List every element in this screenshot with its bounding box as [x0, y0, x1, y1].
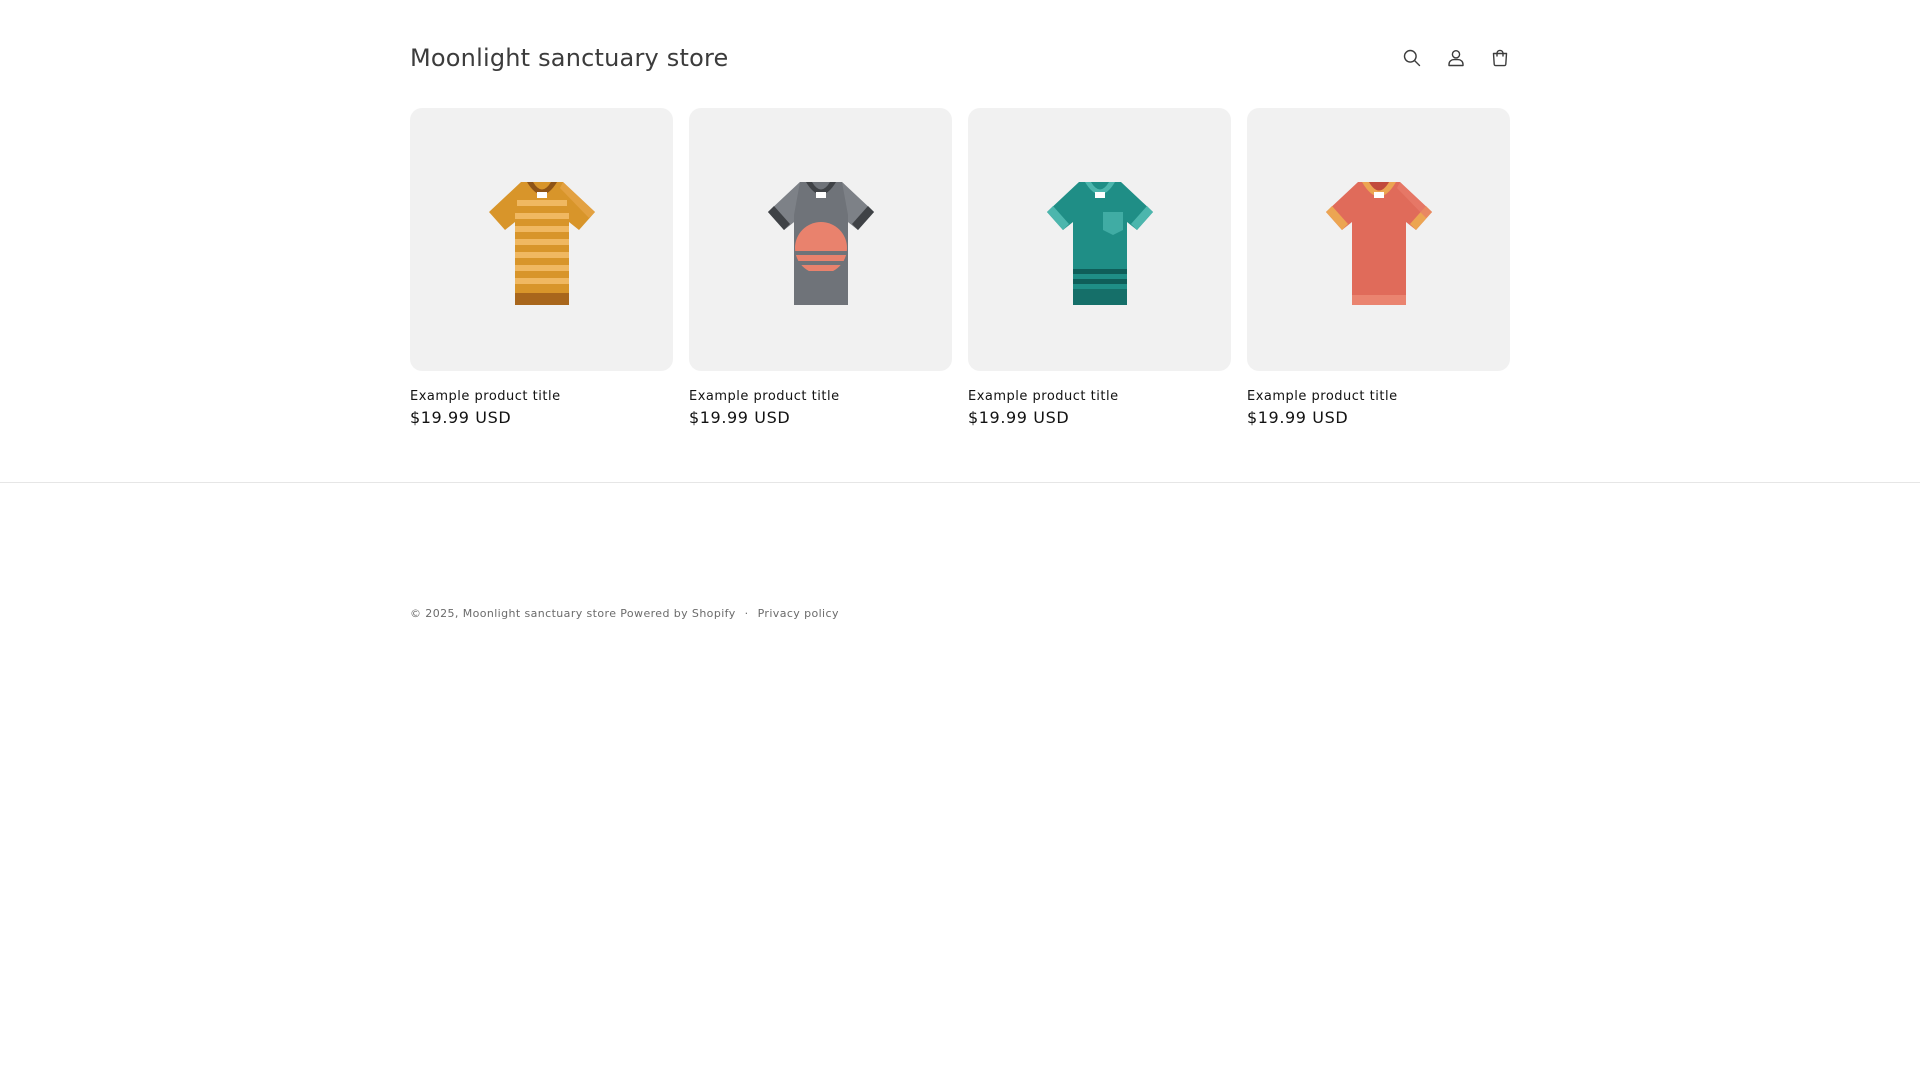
cart-icon: [1492, 49, 1508, 67]
copyright-text: © 2025,: [410, 607, 459, 620]
product-title[interactable]: Example product title: [410, 389, 673, 404]
teal-pocket-tshirt-icon: [1046, 181, 1153, 305]
product-price: $19.99 USD: [968, 408, 1070, 427]
cart-button[interactable]: [1482, 40, 1518, 76]
product-price: $19.99 USD: [689, 408, 791, 427]
orange-striped-tshirt-icon: [488, 181, 595, 305]
product-image[interactable]: [968, 108, 1231, 371]
product-title[interactable]: Example product title: [1247, 389, 1510, 404]
product-image[interactable]: [1247, 108, 1510, 371]
product-image[interactable]: [410, 108, 673, 371]
gray-sunset-tshirt-icon: [767, 181, 874, 305]
site-header: Moonlight sanctuary store: [410, 36, 1510, 80]
site-footer: © 2025, Moonlight sanctuary store Powere…: [410, 607, 839, 620]
store-footer-link[interactable]: Moonlight sanctuary store: [463, 607, 617, 620]
product-card[interactable]: Example product title $19.99 USD: [410, 108, 673, 427]
coral-ringer-tshirt-icon: [1325, 181, 1432, 305]
product-title[interactable]: Example product title: [689, 389, 952, 404]
footer-separator: ·: [744, 607, 749, 620]
footer-divider: [0, 482, 1920, 483]
search-button[interactable]: [1394, 40, 1430, 76]
privacy-policy-link[interactable]: Privacy policy: [758, 607, 839, 620]
product-title[interactable]: Example product title: [968, 389, 1231, 404]
search-icon: [1403, 49, 1421, 67]
product-grid: Example product title $19.99 USD Example…: [410, 108, 1511, 427]
account-icon: [1448, 50, 1464, 67]
product-card[interactable]: Example product title $19.99 USD: [968, 108, 1231, 427]
powered-by-link[interactable]: Powered by Shopify: [620, 607, 735, 620]
store-name-link[interactable]: Moonlight sanctuary store: [410, 44, 728, 72]
storefront-page: Moonlight sanctuary store Example produc…: [0, 0, 1920, 1080]
product-image[interactable]: [689, 108, 952, 371]
account-button[interactable]: [1438, 40, 1474, 76]
product-price: $19.99 USD: [1247, 408, 1349, 427]
header-icons: [1394, 40, 1518, 76]
product-price: $19.99 USD: [410, 408, 512, 427]
product-card[interactable]: Example product title $19.99 USD: [1247, 108, 1510, 427]
product-card[interactable]: Example product title $19.99 USD: [689, 108, 952, 427]
